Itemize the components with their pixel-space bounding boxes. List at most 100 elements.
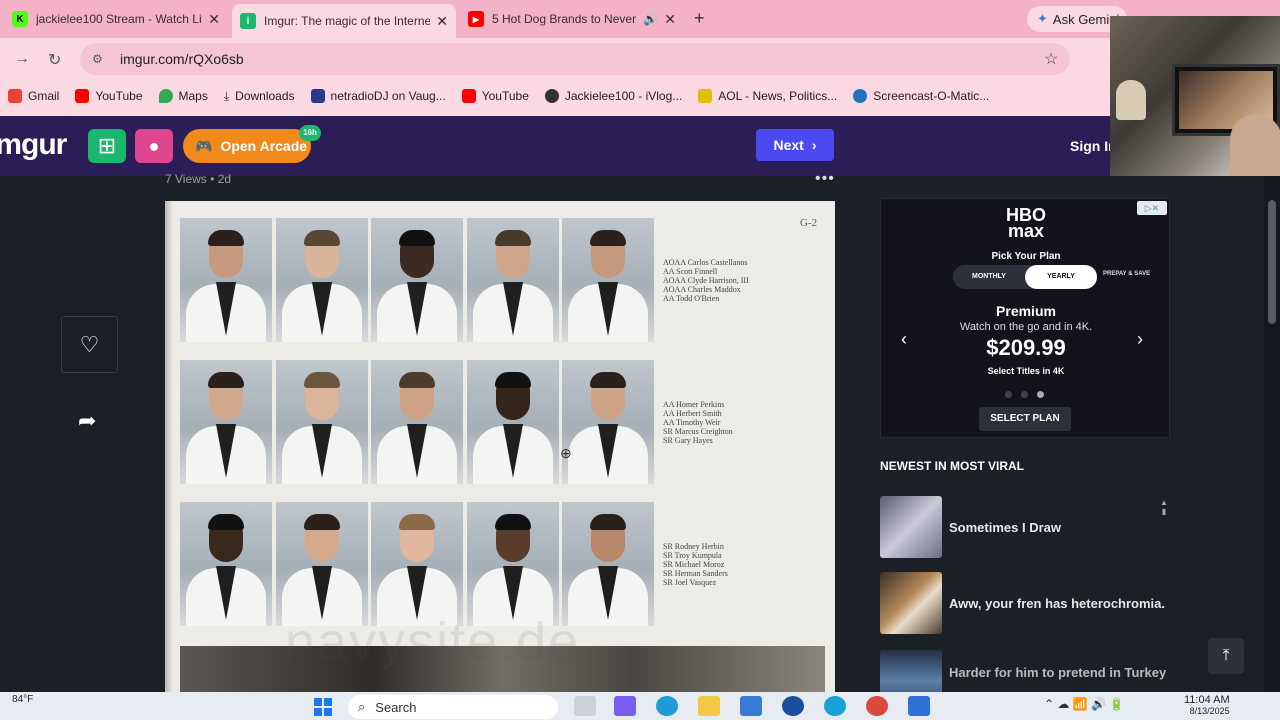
sailor-name: SR Herman Sanders (663, 569, 728, 578)
ivlog-icon (544, 89, 559, 103)
help-icon[interactable] (824, 696, 846, 716)
brand-line-2: max (1007, 221, 1045, 241)
system-tray[interactable]: ⌃ ☁ 📶 🔊 🔋 (1044, 697, 1124, 711)
close-tab-icon[interactable]: ✕ (208, 11, 220, 28)
hbo-max-logo: HBO max (881, 206, 1171, 241)
scrollbar-thumb[interactable] (1268, 200, 1276, 324)
file-explorer-icon[interactable] (698, 696, 720, 716)
store-icon[interactable] (740, 696, 762, 716)
pick-plan-heading: Pick Your Plan (991, 251, 1061, 262)
photo-row-2 (180, 360, 658, 484)
sailor-name: SR Michael Moroz (663, 560, 725, 569)
monthly-option[interactable]: MONTHLY (953, 265, 1025, 289)
edge-icon[interactable] (656, 696, 678, 716)
bookmark-jackielee-ivlog[interactable]: Jackielee100 - iVlog... (544, 89, 682, 103)
audio-playing-icon[interactable]: 🔊 (643, 12, 658, 26)
sailor-name: SR Rodney Herbin (663, 542, 724, 551)
billing-toggle[interactable]: MONTHLY YEARLY (953, 265, 1097, 289)
bookmark-gmail[interactable]: Gmail (8, 89, 59, 103)
tab-imgur[interactable]: i Imgur: The magic of the Interne ✕ (232, 4, 456, 38)
sailor-portrait (275, 502, 368, 626)
webcam-overlay (1110, 16, 1280, 176)
bookmark-youtube-2[interactable]: YouTube (461, 89, 529, 103)
yearly-option[interactable]: YEARLY (1025, 265, 1097, 289)
tab-kick-stream[interactable]: K jackielee100 Stream - Watch Liv ✕ (4, 4, 228, 34)
sailor-name: SR Marcus Creighton (663, 427, 733, 436)
bookmark-label: Screencast-O-Matic... (873, 89, 990, 103)
task-view-icon[interactable] (574, 696, 596, 716)
plan-feature: Select Titles in 4K (987, 366, 1065, 376)
scroll-to-top-button[interactable]: ⤒ (1208, 638, 1244, 674)
copilot-icon[interactable] (614, 696, 636, 716)
post-thumbnail[interactable] (880, 572, 942, 634)
post-title[interactable]: Aww, your fren has heterochromia. (949, 595, 1165, 612)
name-list-3: SR Rodney Herbin SR Troy Kumpula SR Mich… (663, 542, 728, 587)
hbo-max-ad[interactable]: ▷✕ HBO max Pick Your Plan MONTHLY YEARLY … (880, 198, 1170, 438)
more-options-icon[interactable]: ••• (815, 170, 835, 188)
bookmark-label: YouTube (481, 89, 529, 103)
watermark: navysite.de (285, 612, 581, 672)
sailor-name: AA Homer Perkins (663, 400, 725, 409)
reload-icon[interactable]: ↻ (48, 50, 61, 70)
taskbar-clock[interactable]: 11:04 AM 8/13/2025 (1184, 694, 1230, 714)
clock-date: 8/13/2025 (1189, 706, 1230, 714)
carousel-dot[interactable] (1021, 391, 1028, 398)
next-label: Next (773, 137, 804, 153)
next-post-button[interactable]: Next › (756, 129, 834, 161)
carousel-dot[interactable] (1005, 391, 1012, 398)
sailor-portrait (466, 360, 559, 484)
sailor-name: AOAA Clyde Harrison, III (663, 276, 749, 285)
taskbar-search[interactable]: ⌕ Search (348, 695, 558, 719)
viral-post-item[interactable]: Aww, your fren has heterochromia. (880, 571, 1170, 635)
sailor-name: AA Herbert Smith (663, 409, 722, 418)
maps-pin-icon (158, 89, 173, 103)
screencast-app-icon[interactable] (908, 696, 930, 716)
windows-taskbar: 84°F ⌕ Search ⌃ ☁ 📶 🔊 🔋 11:04 AM 8/13/2025 (0, 692, 1280, 720)
post-title[interactable]: Harder for him to pretend in Turkey (949, 664, 1166, 681)
new-tab-button[interactable]: + (694, 8, 705, 29)
bookmark-star-icon[interactable]: ☆ (1044, 49, 1058, 69)
chevron-right-icon[interactable]: › (1137, 329, 1143, 350)
bookmark-youtube[interactable]: YouTube (75, 89, 143, 103)
weather-widget[interactable]: 84°F (12, 694, 33, 705)
tab-youtube-hotdog[interactable]: ▶ 5 Hot Dog Brands to Never 🔊 ✕ (460, 4, 684, 34)
bookmark-aol[interactable]: AOL - News, Politics... (698, 89, 837, 103)
sidebar-scrollbar[interactable]: ▲ ▮ (1160, 498, 1168, 518)
hp-icon[interactable] (782, 696, 804, 716)
page-scrollbar[interactable] (1264, 176, 1280, 692)
sailor-portrait (180, 502, 272, 626)
bookmark-netradiodj[interactable]: netradioDJ on Vaug... (310, 89, 446, 103)
bookmark-downloads[interactable]: ⤓ Downloads (224, 89, 295, 104)
imgur-logo[interactable]: imgur (0, 128, 67, 162)
chrome-icon[interactable] (866, 696, 888, 716)
select-plan-button[interactable]: SELECT PLAN (979, 407, 1071, 431)
close-tab-icon[interactable]: ✕ (664, 11, 676, 28)
aol-icon (698, 89, 713, 103)
post-title[interactable]: Sometimes I Draw (949, 519, 1061, 536)
chevron-left-icon[interactable]: ‹ (901, 329, 907, 350)
bookmark-screencast[interactable]: Screencast-O-Matic... (853, 89, 989, 103)
close-tab-icon[interactable]: ✕ (436, 13, 448, 30)
imgur-mascot-icon[interactable]: ● (135, 129, 173, 163)
bookmark-maps[interactable]: Maps (158, 89, 208, 103)
viral-post-item[interactable]: Sometimes I Draw (880, 495, 1170, 559)
download-icon: ⤓ (223, 88, 230, 103)
youtube-favicon-icon: ▶ (468, 11, 484, 27)
forward-arrow-icon[interactable]: → (14, 50, 30, 68)
viral-post-item[interactable]: Harder for him to pretend in Turkey (880, 650, 1170, 692)
open-arcade-button[interactable]: 🎮 Open Arcade (183, 129, 311, 163)
sidebar-heading: NEWEST IN MOST VIRAL (880, 459, 1024, 473)
windows-start-icon[interactable] (314, 698, 332, 716)
sailor-portrait (371, 502, 463, 626)
site-settings-icon[interactable]: ⚙ (92, 52, 108, 66)
post-thumbnail[interactable] (880, 496, 942, 558)
post-thumbnail[interactable] (880, 650, 942, 692)
post-image-yearbook[interactable]: G-2 AOAA Carlos Castellanos AA Scott Fin… (165, 201, 835, 692)
new-post-button[interactable]: ⊞ (88, 129, 126, 163)
carousel-dot-active[interactable] (1037, 391, 1044, 398)
page-label: G-2 (800, 217, 818, 229)
favorite-heart-button[interactable]: ♡ (61, 316, 118, 373)
post-age: 2d (217, 172, 232, 186)
share-arrow-icon[interactable]: ➦ (78, 408, 96, 434)
address-bar[interactable]: ⚙ imgur.com/rQXo6sb (80, 43, 1070, 75)
